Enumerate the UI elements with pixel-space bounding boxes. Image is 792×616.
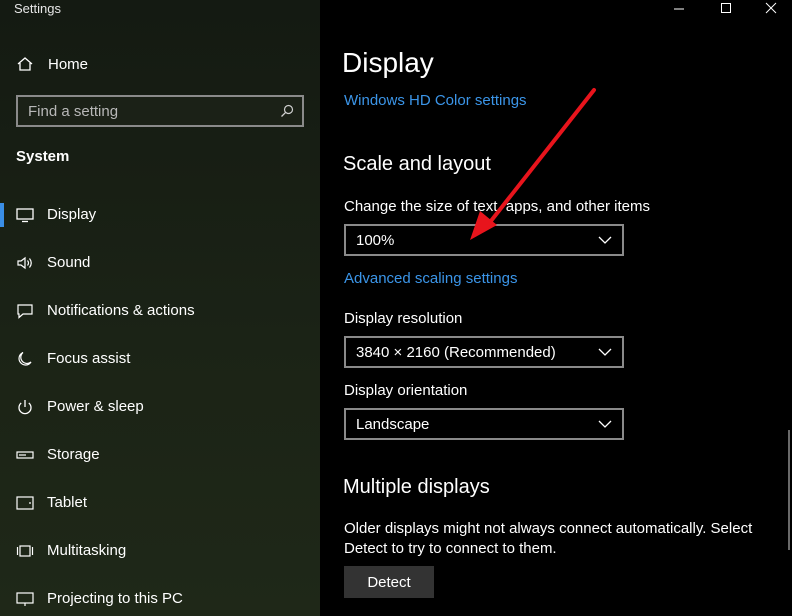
minimize-button[interactable] (656, 0, 702, 16)
moon-icon (18, 351, 32, 366)
scrollbar[interactable] (788, 430, 790, 550)
speaker-icon (17, 256, 32, 270)
multitasking-icon (16, 545, 34, 557)
search-icon[interactable] (280, 104, 294, 118)
sidebar-item-label: Notifications & actions (47, 302, 195, 319)
close-button[interactable] (748, 0, 792, 16)
scale-dropdown[interactable]: 100% (344, 224, 624, 256)
active-indicator (0, 203, 4, 227)
hd-color-settings-link[interactable]: Windows HD Color settings (344, 92, 527, 109)
power-icon (18, 400, 32, 415)
sidebar-item-label: Display (47, 206, 97, 223)
search-placeholder: Find a setting (28, 102, 119, 120)
orientation-label: Display orientation (344, 382, 468, 399)
sidebar: Settings Home Find a setting System Disp… (0, 0, 320, 616)
sidebar-item-notifications[interactable]: Notifications & actions (0, 291, 320, 331)
search-input[interactable]: Find a setting (16, 95, 304, 127)
sidebar-item-label: Focus assist (47, 350, 131, 367)
sidebar-item-power-sleep[interactable]: Power & sleep (0, 387, 320, 427)
section-title-system: System (16, 148, 70, 165)
sidebar-item-projecting[interactable]: Projecting to this PC (0, 579, 320, 616)
minimize-icon (674, 8, 684, 10)
message-icon (17, 304, 33, 319)
multiple-displays-heading: Multiple displays (343, 476, 490, 498)
maximize-icon (721, 3, 731, 13)
sidebar-item-label: Tablet (47, 494, 88, 511)
sidebar-item-label: Storage (47, 446, 100, 463)
app-title: Settings (14, 1, 61, 16)
sidebar-item-label: Projecting to this PC (47, 590, 183, 607)
sidebar-item-label: Power & sleep (47, 398, 144, 415)
advanced-scaling-link[interactable]: Advanced scaling settings (344, 270, 517, 287)
home-label: Home (48, 55, 89, 73)
resolution-label: Display resolution (344, 310, 463, 327)
chevron-down-icon (598, 236, 612, 244)
chevron-down-icon (598, 348, 612, 356)
close-icon (765, 2, 777, 14)
scale-value: 100% (356, 231, 395, 249)
resolution-dropdown[interactable]: 3840 × 2160 (Recommended) (344, 336, 624, 368)
monitor-icon (16, 208, 34, 223)
storage-icon (16, 451, 34, 459)
sidebar-item-multitasking[interactable]: Multitasking (0, 531, 320, 571)
scale-label: Change the size of text, apps, and other… (344, 198, 651, 215)
sidebar-item-sound[interactable]: Sound (0, 243, 320, 283)
multiple-displays-description: Older displays might not always connect … (344, 520, 753, 557)
resolution-value: 3840 × 2160 (Recommended) (356, 343, 556, 361)
tablet-icon (16, 496, 34, 510)
chevron-down-icon (598, 420, 612, 428)
page-title: Display (342, 47, 434, 78)
sidebar-item-label: Multitasking (47, 542, 127, 559)
scale-layout-heading: Scale and layout (343, 153, 491, 175)
detect-button[interactable]: Detect (344, 566, 434, 598)
sidebar-item-label: Sound (47, 254, 91, 271)
sidebar-item-display[interactable]: Display (0, 195, 320, 235)
home-icon (17, 57, 33, 71)
home-nav-item[interactable]: Home (16, 54, 88, 74)
sidebar-item-focus-assist[interactable]: Focus assist (0, 339, 320, 379)
sidebar-item-tablet[interactable]: Tablet (0, 483, 320, 523)
orientation-dropdown[interactable]: Landscape (344, 408, 624, 440)
maximize-button[interactable] (703, 0, 749, 16)
orientation-value: Landscape (356, 415, 430, 433)
projecting-icon (16, 592, 34, 606)
sidebar-item-storage[interactable]: Storage (0, 435, 320, 475)
